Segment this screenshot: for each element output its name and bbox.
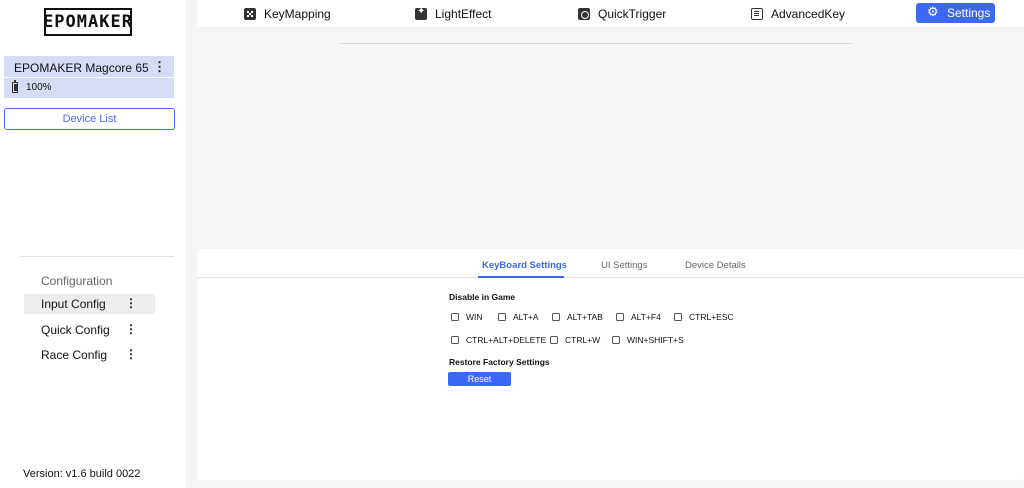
disable-in-game-title: Disable in Game	[449, 292, 516, 302]
quicktrigger-icon	[578, 8, 590, 20]
checkbox-box[interactable]	[498, 313, 506, 321]
config-item-label: Input Config	[41, 297, 106, 311]
config-item-quick[interactable]: Quick Config ⋮	[24, 320, 155, 340]
checkbox-ctrl-esc[interactable]: CTRL+ESC	[674, 312, 734, 322]
nav-keymapping[interactable]: KeyMapping	[244, 5, 331, 23]
nav-label: QuickTrigger	[598, 7, 667, 21]
sidebar: EPOMAKER EPOMAKER Magcore 65 ⋮ 100% Devi…	[0, 0, 186, 488]
checkbox-box[interactable]	[451, 313, 459, 321]
checkbox-box[interactable]	[451, 336, 459, 344]
version-label: Version: v1.6 build 0022	[23, 468, 141, 480]
device-menu-icon[interactable]: ⋮	[153, 59, 166, 75]
settings-tabs: KeyBoard Settings UI Settings Device Det…	[197, 249, 1024, 278]
checkbox-alt-a[interactable]: ALT+A	[498, 312, 539, 322]
checkbox-label: WIN	[466, 312, 483, 322]
configuration-heading: Configuration	[41, 274, 113, 288]
checkbox-box[interactable]	[550, 336, 558, 344]
config-item-race[interactable]: Race Config ⋮	[24, 345, 155, 365]
tab-device-details[interactable]: Device Details	[685, 260, 746, 271]
device-list-button[interactable]: Device List	[4, 108, 175, 130]
checkbox-box[interactable]	[552, 313, 560, 321]
device-card-divider	[4, 77, 174, 78]
checkbox-box[interactable]	[612, 336, 620, 344]
checkbox-win-shift-s[interactable]: WIN+SHIFT+S	[612, 335, 684, 345]
checkbox-ctrl-alt-delete[interactable]: CTRL+ALT+DELETE	[451, 335, 546, 345]
epomaker-logo: EPOMAKER	[43, 8, 132, 36]
advancedkey-icon	[751, 8, 763, 20]
settings-panel: KeyBoard Settings UI Settings Device Det…	[197, 249, 1024, 480]
top-navigation: KeyMapping LightEffect QuickTrigger Adva…	[197, 0, 1024, 27]
device-name: EPOMAKER Magcore 65	[14, 61, 149, 75]
more-options-icon[interactable]: ⋮	[125, 296, 137, 310]
reset-button[interactable]: Reset	[448, 372, 511, 386]
checkbox-label: ALT+F4	[631, 312, 661, 322]
config-item-input[interactable]: Input Config ⋮	[24, 294, 155, 314]
nav-quicktrigger[interactable]: QuickTrigger	[578, 5, 666, 23]
more-options-icon[interactable]: ⋮	[125, 347, 137, 361]
config-item-label: Quick Config	[41, 323, 110, 337]
sidebar-divider	[20, 256, 174, 257]
device-card[interactable]: EPOMAKER Magcore 65 ⋮ 100%	[4, 56, 174, 98]
nav-settings[interactable]: Settings	[916, 3, 995, 23]
nav-label: KeyMapping	[264, 7, 331, 21]
app-window: EPOMAKER EPOMAKER Magcore 65 ⋮ 100% Devi…	[0, 0, 1024, 488]
checkbox-box[interactable]	[616, 313, 624, 321]
checkbox-label: WIN+SHIFT+S	[627, 335, 684, 345]
nav-label: AdvancedKey	[771, 7, 846, 21]
checkbox-alt-tab[interactable]: ALT+TAB	[552, 312, 603, 322]
battery-icon	[12, 80, 18, 93]
nav-label: Settings	[947, 6, 991, 20]
checkbox-label: ALT+TAB	[567, 312, 603, 322]
checkbox-alt-f4[interactable]: ALT+F4	[616, 312, 661, 322]
config-item-label: Race Config	[41, 348, 108, 362]
tab-ui-settings[interactable]: UI Settings	[601, 260, 647, 271]
gear-icon	[927, 5, 939, 20]
more-options-icon[interactable]: ⋮	[125, 322, 137, 336]
restore-factory-title: Restore Factory Settings	[449, 357, 550, 367]
checkbox-label: CTRL+ESC	[689, 312, 734, 322]
active-tab-indicator	[478, 276, 564, 278]
nav-lighteffect[interactable]: LightEffect	[415, 5, 491, 23]
checkbox-label: CTRL+ALT+DELETE	[466, 335, 547, 345]
battery-level: 100%	[26, 82, 52, 93]
keymapping-icon	[244, 8, 256, 20]
checkbox-label: ALT+A	[513, 312, 539, 322]
nav-advancedkey[interactable]: AdvancedKey	[751, 5, 845, 23]
checkbox-ctrl-w[interactable]: CTRL+W	[550, 335, 600, 345]
tab-keyboard-settings[interactable]: KeyBoard Settings	[482, 260, 567, 271]
lighteffect-icon	[415, 6, 427, 20]
nav-label: LightEffect	[435, 7, 492, 21]
checkbox-win[interactable]: WIN	[451, 312, 483, 322]
checkbox-box[interactable]	[674, 313, 682, 321]
checkbox-label: CTRL+W	[565, 335, 601, 345]
keyboard-area-divider	[340, 43, 852, 44]
